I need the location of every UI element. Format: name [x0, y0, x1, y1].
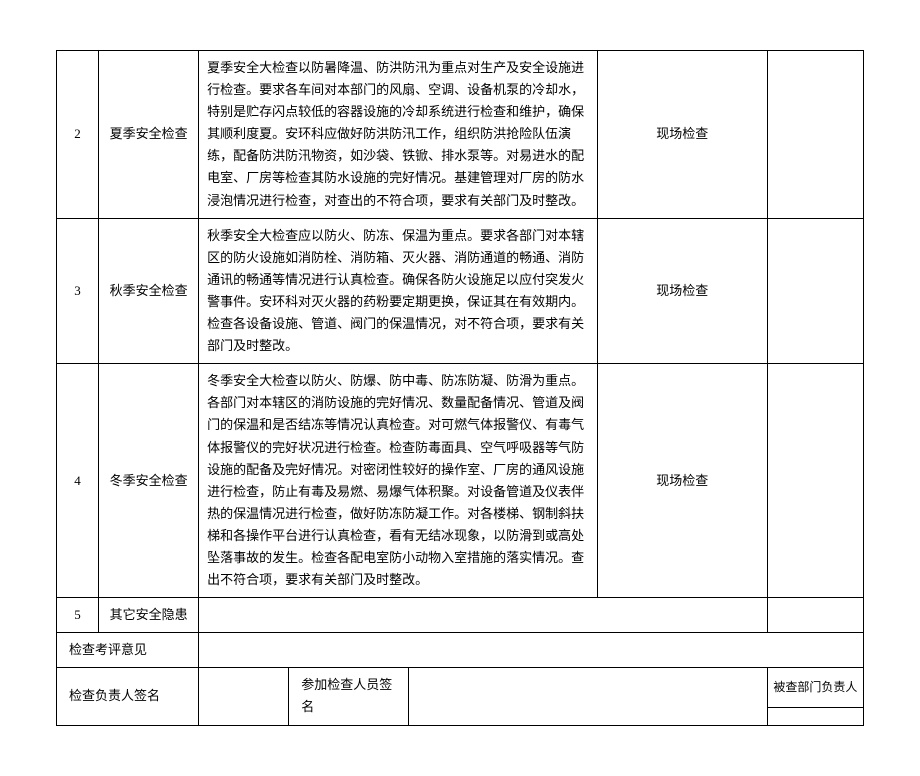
row-name: 其它安全隐患: [99, 598, 199, 633]
opinion-row: 检查考评意见: [57, 633, 864, 668]
row-content: 冬季安全大检查以防火、防爆、防中毒、防冻防凝、防滑为重点。各部门对本辖区的消防设…: [199, 364, 597, 598]
row-name: 夏季安全检查: [99, 51, 199, 219]
row-result: [767, 598, 863, 633]
row-name: 冬季安全检查: [99, 364, 199, 598]
table-row: 5 其它安全隐患: [57, 598, 864, 633]
participant-sign-label: 参加检查人员签名: [289, 668, 409, 725]
row-method: 现场检查: [597, 364, 767, 598]
table-row: 2 夏季安全检查 夏季安全大检查以防暑降温、防洪防汛为重点对生产及安全设施进行检…: [57, 51, 864, 219]
row-content: 秋季安全大检查应以防火、防冻、保温为重点。要求各部门对本辖区的防火设施如消防栓、…: [199, 218, 597, 364]
leader-sign-value: [199, 668, 289, 725]
row-content: [199, 598, 768, 633]
row-num: 4: [57, 364, 99, 598]
row-result: [767, 218, 863, 364]
participant-sign-value: [409, 668, 767, 725]
table-row: 3 秋季安全检查 秋季安全大检查应以防火、防冻、保温为重点。要求各部门对本辖区的…: [57, 218, 864, 364]
row-num: 5: [57, 598, 99, 633]
dept-leader-sign-value: [767, 707, 863, 725]
safety-inspection-table: 2 夏季安全检查 夏季安全大检查以防暑降温、防洪防汛为重点对生产及安全设施进行检…: [56, 50, 864, 668]
row-method: 现场检查: [597, 218, 767, 364]
row-content: 夏季安全大检查以防暑降温、防洪防汛为重点对生产及安全设施进行检查。要求各车间对本…: [199, 51, 597, 219]
table-row: 4 冬季安全检查 冬季安全大检查以防火、防爆、防中毒、防冻防凝、防滑为重点。各部…: [57, 364, 864, 598]
row-num: 2: [57, 51, 99, 219]
signature-table: 检查负责人签名 参加检查人员签名 被查部门负责人: [56, 667, 864, 725]
row-num: 3: [57, 218, 99, 364]
leader-sign-label: 检查负责人签名: [57, 668, 199, 725]
row-method: 现场检查: [597, 51, 767, 219]
dept-leader-sign-label: 被查部门负责人: [767, 668, 863, 707]
row-name: 秋季安全检查: [99, 218, 199, 364]
opinion-label: 检查考评意见: [57, 633, 199, 668]
row-result: [767, 51, 863, 219]
opinion-value: [199, 633, 864, 668]
row-result: [767, 364, 863, 598]
